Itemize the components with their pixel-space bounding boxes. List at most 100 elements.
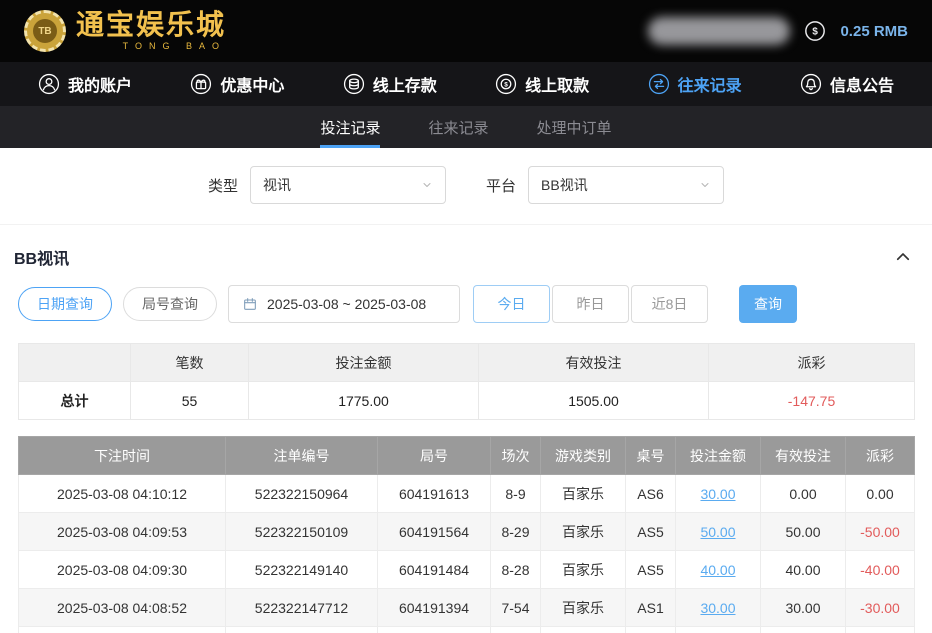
summary-count: 55: [131, 382, 249, 420]
header-round-number: 局号: [378, 437, 491, 475]
type-select-value: 视讯: [263, 175, 291, 195]
filter-row: 类型 视讯 平台 BB视讯: [0, 148, 932, 225]
cell-table_no: AS6: [626, 475, 676, 513]
nav-label: 优惠中心: [220, 72, 284, 96]
cell-bet: 30.00: [676, 627, 761, 633]
svg-text:$: $: [813, 27, 819, 38]
cell-round: 604191564: [378, 513, 491, 551]
bet-amount-link[interactable]: 40.00: [700, 562, 735, 578]
cell-round: 604191484: [378, 551, 491, 589]
balance-amount: 0.25 RMB: [840, 23, 908, 40]
round-query-button[interactable]: 局号查询: [123, 287, 217, 321]
tab-transaction-records[interactable]: 往来记录: [428, 106, 488, 148]
last8days-button[interactable]: 近8日: [631, 285, 708, 323]
nav-item-deposit[interactable]: 线上存款: [343, 72, 437, 96]
bet-amount-link[interactable]: 50.00: [700, 524, 735, 540]
cell-payout: 28.50: [846, 627, 915, 633]
section-title: BB视讯: [14, 245, 69, 269]
cell-bet: 30.00: [676, 589, 761, 627]
logo-chip-icon: TB: [24, 10, 66, 52]
header-order-number: 注单编号: [226, 437, 378, 475]
cell-order: 522322146819: [226, 627, 378, 633]
date-query-button[interactable]: 日期查询: [18, 287, 112, 321]
cell-payout: 0.00: [846, 475, 915, 513]
platform-label: 平台: [486, 175, 516, 196]
summary-valid-bet: 1505.00: [479, 382, 709, 420]
top-bar: TB 通宝娱乐城 TONG BAO $ 0.25 RMB: [0, 0, 932, 62]
cell-game: 百家乐: [541, 551, 626, 589]
nav-item-my-account[interactable]: 我的账户: [38, 72, 132, 96]
coin-stack-icon: [343, 73, 365, 95]
summary-header-count: 笔数: [131, 344, 249, 382]
nav-label: 信息公告: [830, 72, 894, 96]
nav-item-records[interactable]: 往来记录: [648, 72, 742, 96]
quick-range-group: 今日 昨日 近8日: [473, 285, 708, 323]
cell-table_no: AS5: [626, 513, 676, 551]
user-icon: [38, 73, 60, 95]
header-bet-time: 下注时间: [19, 437, 226, 475]
summary-table: 笔数 投注金额 有效投注 派彩 总计 55 1775.00 1505.00 -1…: [18, 343, 915, 420]
summary-payout: -147.75: [709, 382, 915, 420]
table-row: 2025-03-08 04:09:30522322149140604191484…: [19, 551, 915, 589]
type-select[interactable]: 视讯: [250, 166, 446, 204]
header-bet-amount: 投注金额: [676, 437, 761, 475]
cell-order: 522322149140: [226, 551, 378, 589]
summary-header-bet-amount: 投注金额: [249, 344, 479, 382]
query-row: 日期查询 局号查询 2025-03-08 ~ 2025-03-08 今日 昨日 …: [0, 283, 932, 343]
cell-game: 百家乐: [541, 627, 626, 633]
cell-bet: 40.00: [676, 551, 761, 589]
cell-valid: 40.00: [761, 551, 846, 589]
cell-session: 7-54: [491, 589, 541, 627]
summary-bet-amount: 1775.00: [249, 382, 479, 420]
cell-order: 522322150109: [226, 513, 378, 551]
nav-item-promotions[interactable]: 优惠中心: [190, 72, 284, 96]
cell-game: 百家乐: [541, 513, 626, 551]
tab-processing-orders[interactable]: 处理中订单: [537, 106, 612, 148]
cell-time: 2025-03-08 04:09:53: [19, 513, 226, 551]
nav-item-announcements[interactable]: 信息公告: [800, 72, 894, 96]
coin-dollar-icon: $: [495, 73, 517, 95]
table-row: 2025-03-08 04:09:53522322150109604191564…: [19, 513, 915, 551]
header-valid-bet: 有效投注: [761, 437, 846, 475]
header-session: 场次: [491, 437, 541, 475]
logo-tb-badge: TB: [33, 19, 57, 43]
cell-valid: 50.00: [761, 513, 846, 551]
cell-table_no: AS5: [626, 551, 676, 589]
site-subtitle: TONG BAO: [76, 41, 226, 51]
dollar-coin-icon: $: [804, 20, 826, 42]
transfer-icon: [648, 73, 670, 95]
cell-bet: 50.00: [676, 513, 761, 551]
platform-select[interactable]: BB视讯: [528, 166, 724, 204]
cell-session: 8-9: [491, 475, 541, 513]
nav-item-withdraw[interactable]: $ 线上取款: [495, 72, 589, 96]
site-logo: TB 通宝娱乐城 TONG BAO: [24, 10, 226, 52]
masked-username: [648, 17, 790, 45]
nav-label: 线上存款: [373, 72, 437, 96]
bet-amount-link[interactable]: 30.00: [700, 486, 735, 502]
bet-amount-link[interactable]: 30.00: [700, 600, 735, 616]
main-nav: 我的账户 优惠中心 线上存款 $ 线上取款 往来记录: [0, 62, 932, 106]
cell-game: 百家乐: [541, 589, 626, 627]
bet-table-header-row: 下注时间 注单编号 局号 场次 游戏类别 桌号 投注金额 有效投注 派彩: [19, 437, 915, 475]
cell-table_no: AS1: [626, 589, 676, 627]
date-range-value: 2025-03-08 ~ 2025-03-08: [267, 296, 426, 312]
cell-table_no: AS5: [626, 627, 676, 633]
bell-icon: [800, 73, 822, 95]
type-label: 类型: [208, 175, 238, 196]
today-button[interactable]: 今日: [473, 285, 550, 323]
sub-nav: 投注记录 往来记录 处理中订单: [0, 106, 932, 148]
chevron-up-icon[interactable]: [894, 248, 912, 266]
yesterday-button[interactable]: 昨日: [552, 285, 629, 323]
cell-valid: 0.00: [761, 475, 846, 513]
summary-header-blank: [19, 344, 131, 382]
cell-valid: 30.00: [761, 589, 846, 627]
cell-session: 8-28: [491, 551, 541, 589]
cell-payout: -50.00: [846, 513, 915, 551]
cell-round: 604191394: [378, 589, 491, 627]
tab-bet-records[interactable]: 投注记录: [320, 106, 380, 148]
nav-label: 线上取款: [525, 72, 589, 96]
header-game-type: 游戏类别: [541, 437, 626, 475]
date-range-input[interactable]: 2025-03-08 ~ 2025-03-08: [228, 285, 460, 323]
search-button[interactable]: 查询: [739, 285, 797, 323]
header-payout: 派彩: [846, 437, 915, 475]
